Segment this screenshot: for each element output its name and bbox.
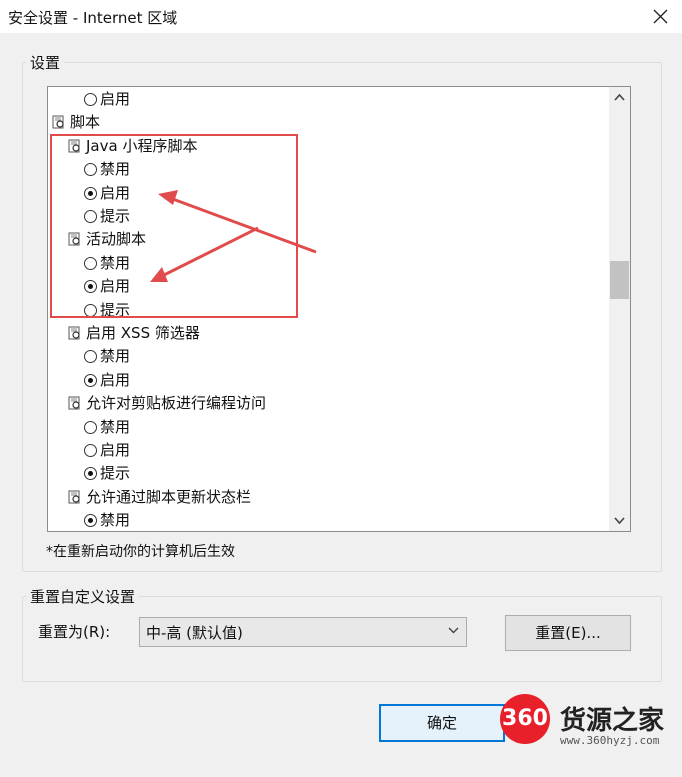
close-icon — [653, 9, 668, 24]
radio-unchecked-icon[interactable] — [84, 444, 97, 457]
row-label: 禁用 — [100, 417, 131, 436]
scroll-thumb[interactable] — [610, 261, 629, 299]
radio-unchecked-icon[interactable] — [84, 420, 97, 434]
row-label: 允许通过脚本更新状态栏 — [86, 487, 252, 506]
row-label: 启用 XSS 筛选器 — [86, 324, 200, 342]
scroll-down-icon[interactable] — [614, 517, 625, 525]
watermark-logo: 360 货源之家 www.360hyzj.com — [500, 694, 682, 754]
security-level-value: 中-高 (默认值) — [146, 624, 243, 642]
settings-gear-icon — [68, 490, 80, 504]
watermark-url: www.360hyzj.com — [560, 734, 660, 747]
radio-checked-icon[interactable] — [84, 186, 97, 200]
reset-button[interactable]: 重置(E)... — [505, 615, 631, 651]
radio-checked-icon[interactable] — [84, 280, 97, 294]
reset-group-label: 重置自定义设置 — [26, 586, 140, 607]
row-label: 禁用 — [100, 347, 131, 366]
watermark-name: 货源之家 — [560, 706, 665, 736]
row-label: 启用 — [100, 183, 131, 202]
security-settings-dialog: 安全设置 - Internet 区域 设置 启用 脚本 Java 小程序脚本 禁用 启用… — [0, 0, 682, 777]
settings-gear-icon — [68, 396, 80, 410]
chevron-down-icon — [448, 627, 459, 634]
settings-gear-icon — [52, 115, 64, 129]
settings-gear-icon — [68, 326, 80, 340]
settings-tree[interactable]: 启用 脚本 Java 小程序脚本 禁用 启用 提示 活动脚本 禁用 启用 提示 启用 XSS 筛选器… — [47, 86, 631, 532]
reset-to-label: 重置为(R): — [38, 623, 111, 641]
settings-scrollbar[interactable] — [609, 87, 630, 531]
radio-unchecked-icon[interactable] — [84, 163, 97, 177]
scroll-up-icon[interactable] — [614, 93, 625, 101]
row-label: 禁用 — [100, 160, 131, 179]
row-label: 提示 — [100, 300, 131, 319]
close-button[interactable] — [646, 2, 676, 30]
row-label: 活动脚本 — [86, 230, 147, 249]
row-label: 禁用 — [100, 253, 131, 272]
row-label: 禁用 — [100, 511, 131, 530]
security-level-select[interactable]: 中-高 (默认值) — [139, 617, 467, 647]
row-label: 启用 — [100, 441, 131, 459]
row-label: 提示 — [100, 207, 131, 225]
radio-checked-icon[interactable] — [84, 373, 97, 387]
radio-checked-icon[interactable] — [84, 514, 97, 528]
row-label: 脚本 — [70, 113, 101, 132]
radio-checked-icon[interactable] — [84, 467, 97, 481]
watermark-badge: 360 — [500, 694, 550, 744]
row-label: Java 小程序脚本 — [86, 136, 198, 155]
settings-group-label: 设置 — [26, 52, 65, 73]
settings-gear-icon — [68, 139, 80, 153]
row-label: 提示 — [100, 464, 131, 483]
row-label: 启用 — [100, 90, 131, 108]
row-label: 启用 — [100, 370, 131, 389]
radio-unchecked-icon[interactable] — [84, 256, 97, 270]
row-label: 启用 — [100, 277, 131, 296]
ok-button[interactable]: 确定 — [379, 704, 505, 742]
restart-note: *在重新启动你的计算机后生效 — [46, 544, 235, 560]
radio-unchecked-icon[interactable] — [84, 93, 97, 106]
radio-unchecked-icon[interactable] — [84, 303, 97, 317]
row-label: 允许对剪贴板进行编程访问 — [86, 394, 267, 413]
window-title: 安全设置 - Internet 区域 — [8, 9, 178, 27]
title-bar[interactable]: 安全设置 - Internet 区域 — [0, 0, 682, 33]
settings-gear-icon — [68, 232, 80, 246]
radio-unchecked-icon[interactable] — [84, 210, 97, 223]
radio-unchecked-icon[interactable] — [84, 350, 97, 364]
